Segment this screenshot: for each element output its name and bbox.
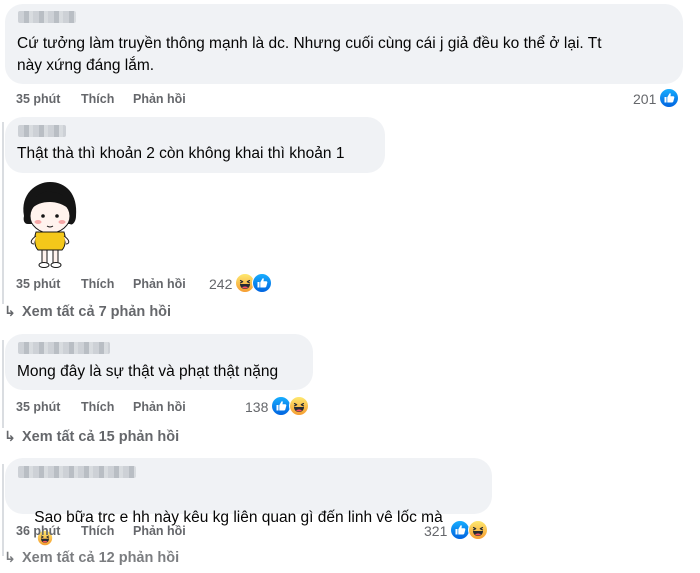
comment-author-name-blurred[interactable] [18,466,136,478]
like-icon[interactable] [659,88,679,108]
girl-sticker-icon [23,182,77,268]
like-icon[interactable] [271,396,291,416]
view-replies-label[interactable]: Xem tất cả 15 phản hồi [22,429,179,445]
like-button[interactable]: Thích [81,92,114,106]
comment-text: Thật thà thì khoản 2 còn không khai thì … [17,145,345,162]
comment-bubble: Cứ tưởng làm truyền thông mạnh là dc. Nh… [5,4,683,84]
comment-bubble: Mong đây là sự thật và phạt thật nặng [5,334,313,390]
like-button[interactable]: Thích [81,400,114,414]
thread-connector [2,340,4,428]
view-replies-label[interactable]: Xem tất cả 12 phản hồi [22,550,179,566]
reply-button[interactable]: Phản hồi [133,277,186,291]
view-replies-label[interactable]: Xem tất cả 7 phản hồi [22,304,171,320]
comment-time[interactable]: 35 phút [16,277,60,291]
reaction-count[interactable]: 321 [424,523,447,539]
comment-text: Mong đây là sự thật và phạt thật nặng [17,363,279,380]
reply-arrow-icon: ↳ [4,428,16,444]
comment-time[interactable]: 35 phút [16,92,60,106]
like-icon[interactable] [450,520,470,540]
reaction-count[interactable]: 201 [633,91,656,107]
reply-button[interactable]: Phản hồi [133,524,186,538]
comment-bubble: Sao bữa trc e hh này kêu kg liên quan gì… [5,458,492,514]
comment-time[interactable]: 35 phút [16,400,60,414]
like-button[interactable]: Thích [81,277,114,291]
comment-actions: 36 phút Thích Phản hồi 321 [16,523,447,540]
like-button[interactable]: Thích [81,524,114,538]
thread-connector [2,122,4,304]
haha-icon[interactable] [468,520,488,540]
view-replies-link[interactable]: ↳ Xem tất cả 15 phản hồi [4,428,179,445]
view-replies-link[interactable]: ↳ Xem tất cả 12 phản hồi [4,549,179,566]
comment-author-name-blurred[interactable] [18,342,110,354]
reply-arrow-icon: ↳ [4,549,16,565]
comment-text: Cứ tưởng làm truyền thông mạnh là dc. Nh… [17,35,602,74]
comment-bubble: Thật thà thì khoản 2 còn không khai thì … [5,117,385,173]
reaction-count[interactable]: 138 [245,399,268,415]
haha-icon[interactable] [289,396,309,416]
thread-connector [2,464,4,556]
comment-time[interactable]: 36 phút [16,524,60,538]
reply-button[interactable]: Phản hồi [133,400,186,414]
reply-arrow-icon: ↳ [4,303,16,319]
comment-actions: 35 phút Thích Phản hồi 201 [16,91,696,108]
comment-author-name-blurred[interactable] [18,11,76,23]
reaction-count[interactable]: 242 [209,276,232,292]
like-icon[interactable] [252,273,272,293]
view-replies-link[interactable]: ↳ Xem tất cả 7 phản hồi [4,303,171,320]
reply-button[interactable]: Phản hồi [133,92,186,106]
comment-author-name-blurred[interactable] [18,125,66,137]
